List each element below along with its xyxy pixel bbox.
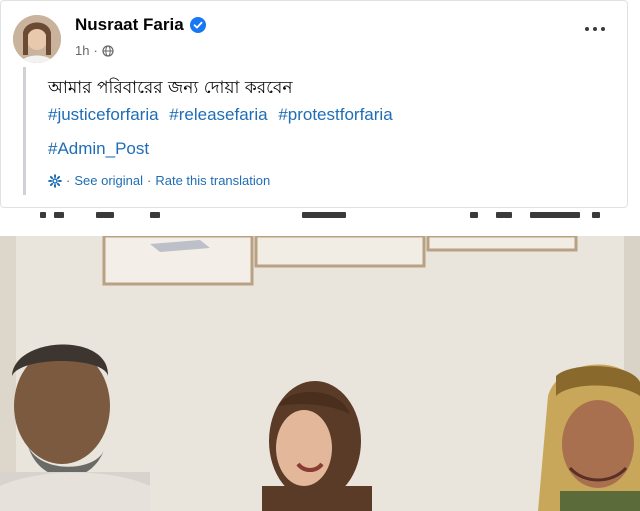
post-meta: 1h ·	[75, 43, 114, 58]
avatar-image	[13, 15, 61, 63]
more-dot-icon	[585, 27, 589, 31]
rate-translation-link[interactable]: Rate this translation	[155, 173, 270, 188]
post-text: আমার পরিবারের জন্য দোয়া করবেন	[48, 78, 293, 98]
translation-separator: ·	[66, 173, 71, 188]
more-options-button[interactable]	[585, 27, 605, 31]
more-dot-icon	[601, 27, 605, 31]
post-photo[interactable]	[0, 236, 640, 511]
see-original-link[interactable]: See original	[74, 173, 143, 188]
gear-icon[interactable]	[48, 173, 62, 188]
verified-badge-icon	[189, 17, 206, 33]
hashtag-link[interactable]: #protestforfaria	[278, 105, 392, 124]
post-body: আমার পরিবারের জন্য দোয়া করবেন #justicef…	[23, 67, 613, 195]
hashtag-link[interactable]: #justiceforfaria	[48, 105, 159, 124]
post-header: Nusraat Faria	[75, 15, 206, 35]
admin-post-hashtag[interactable]: #Admin_Post	[48, 139, 149, 159]
avatar[interactable]	[13, 15, 61, 63]
post-time[interactable]: 1h	[75, 43, 89, 58]
post-card: Nusraat Faria 1h · আমার পরিবারের জন্য দো…	[0, 0, 628, 208]
hashtag-link[interactable]: #releasefaria	[169, 105, 267, 124]
translation-bar: · See original · Rate this translation	[48, 173, 270, 188]
author-name[interactable]: Nusraat Faria	[75, 15, 184, 35]
cropped-image-caption-strip	[0, 208, 640, 236]
more-dot-icon	[593, 27, 597, 31]
hashtag-list: #justiceforfaria #releasefaria #protestf…	[48, 105, 399, 125]
globe-icon[interactable]	[102, 44, 114, 57]
family-photo-image	[0, 236, 640, 511]
translation-separator: ·	[147, 173, 152, 188]
meta-separator: ·	[93, 43, 98, 58]
